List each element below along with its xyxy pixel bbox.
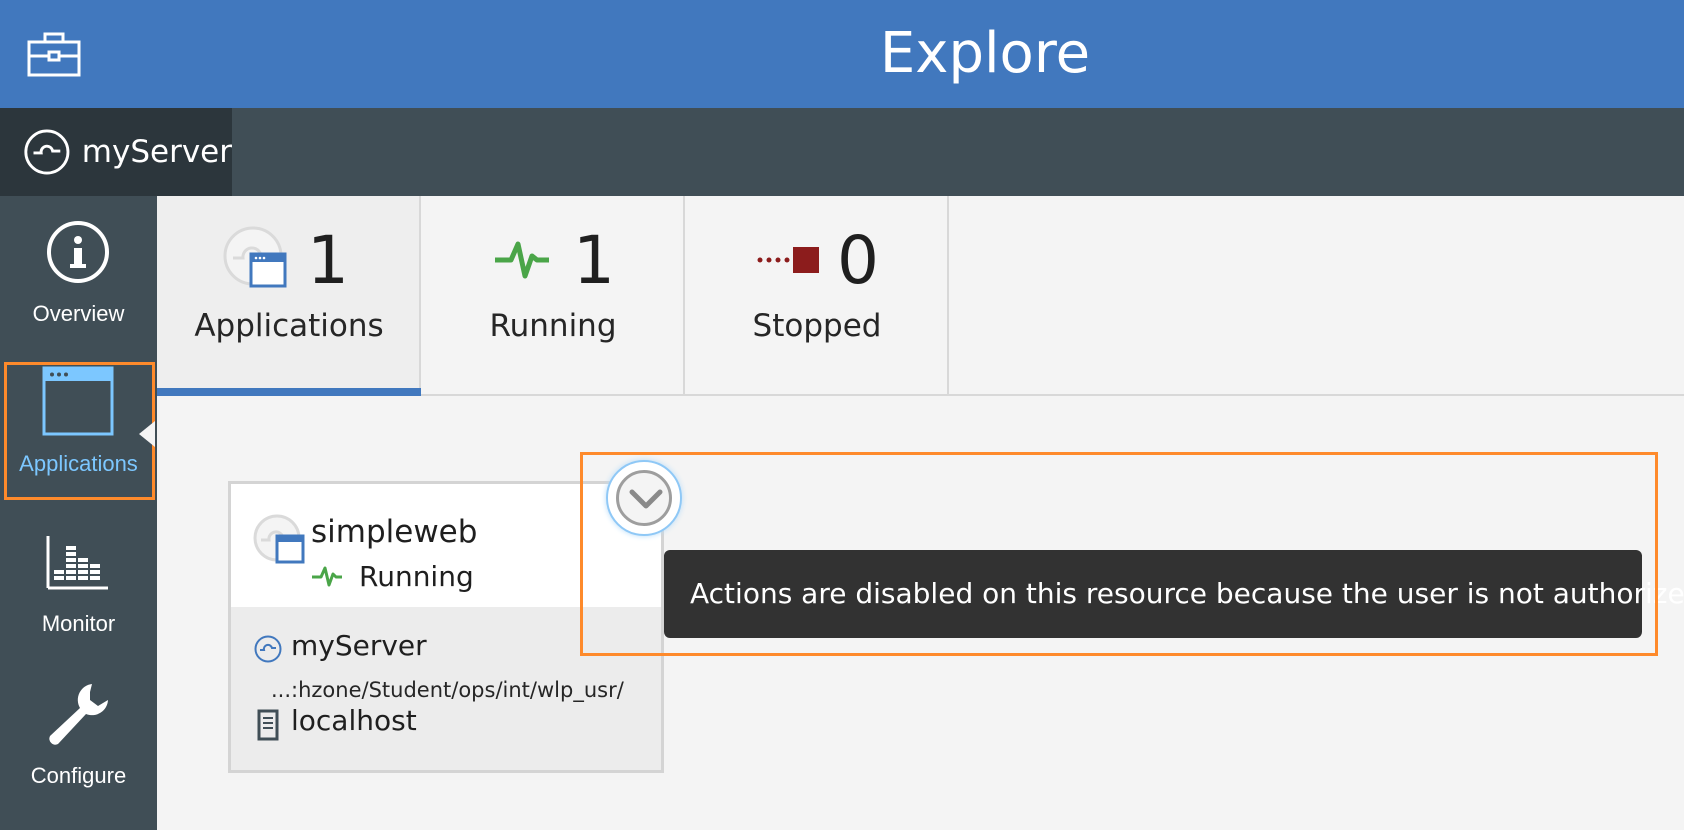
left-nav: Overview Applications Monitor Configure (0, 196, 157, 830)
server-bar: myServer (0, 108, 1684, 196)
nav-item-overview[interactable]: Overview (0, 196, 157, 346)
monitor-chart-icon (46, 536, 108, 590)
summary-tiles: 1 Applications 1 Running 0 Stopped (157, 196, 1684, 396)
app-header: Explore (0, 0, 1684, 108)
tile-stopped[interactable]: 0 Stopped (685, 196, 949, 394)
stopped-square-icon (757, 247, 819, 273)
nav-item-label: Monitor (41, 611, 116, 636)
tile-count: 1 (573, 222, 615, 299)
server-icon (24, 129, 70, 175)
app-host-name[interactable]: localhost (291, 704, 417, 737)
app-name[interactable]: simpleweb (311, 514, 477, 550)
running-pulse-icon (312, 566, 342, 587)
actions-expand-button[interactable] (606, 460, 682, 536)
wrench-icon (49, 684, 108, 745)
tile-label: Running (489, 308, 617, 344)
app-server-name[interactable]: myServer (291, 629, 427, 662)
page-title-text: Explore (879, 21, 1091, 86)
app-card-header: simpleweb Running (231, 484, 661, 607)
nav-highlight-frame (4, 362, 155, 500)
nav-item-label: Overview (32, 301, 125, 326)
nav-item-monitor[interactable]: Monitor (0, 506, 157, 656)
tile-count: 0 (837, 222, 879, 299)
tile-count: 1 (307, 222, 349, 299)
nav-item-configure[interactable]: Configure (0, 658, 157, 808)
tile-applications[interactable]: 1 Applications (157, 196, 421, 396)
chevron-down-icon (629, 489, 663, 509)
server-icon (254, 635, 282, 663)
app-card[interactable]: simpleweb Running myServer ...:hzone/Stu… (228, 481, 664, 773)
nav-active-pointer (139, 421, 155, 447)
page-title: Explore (0, 0, 1684, 108)
application-icon (253, 514, 305, 564)
actions-disabled-tooltip: Actions are disabled on this resource be… (664, 550, 1684, 638)
server-tab[interactable]: myServer (0, 108, 232, 196)
tile-label: Stopped (752, 308, 882, 344)
host-icon (257, 709, 279, 741)
nav-item-label: Configure (30, 763, 127, 788)
info-icon (47, 221, 109, 283)
application-icon (223, 226, 287, 288)
app-server-path: ...:hzone/Student/ops/int/wlp_usr/ (271, 678, 624, 702)
running-pulse-icon (495, 241, 549, 279)
app-status: Running (359, 560, 474, 593)
toolbox-icon[interactable] (26, 30, 82, 78)
tile-label: Applications (194, 308, 384, 344)
server-tab-label: myServer (81, 134, 232, 170)
tile-running[interactable]: 1 Running (421, 196, 685, 394)
